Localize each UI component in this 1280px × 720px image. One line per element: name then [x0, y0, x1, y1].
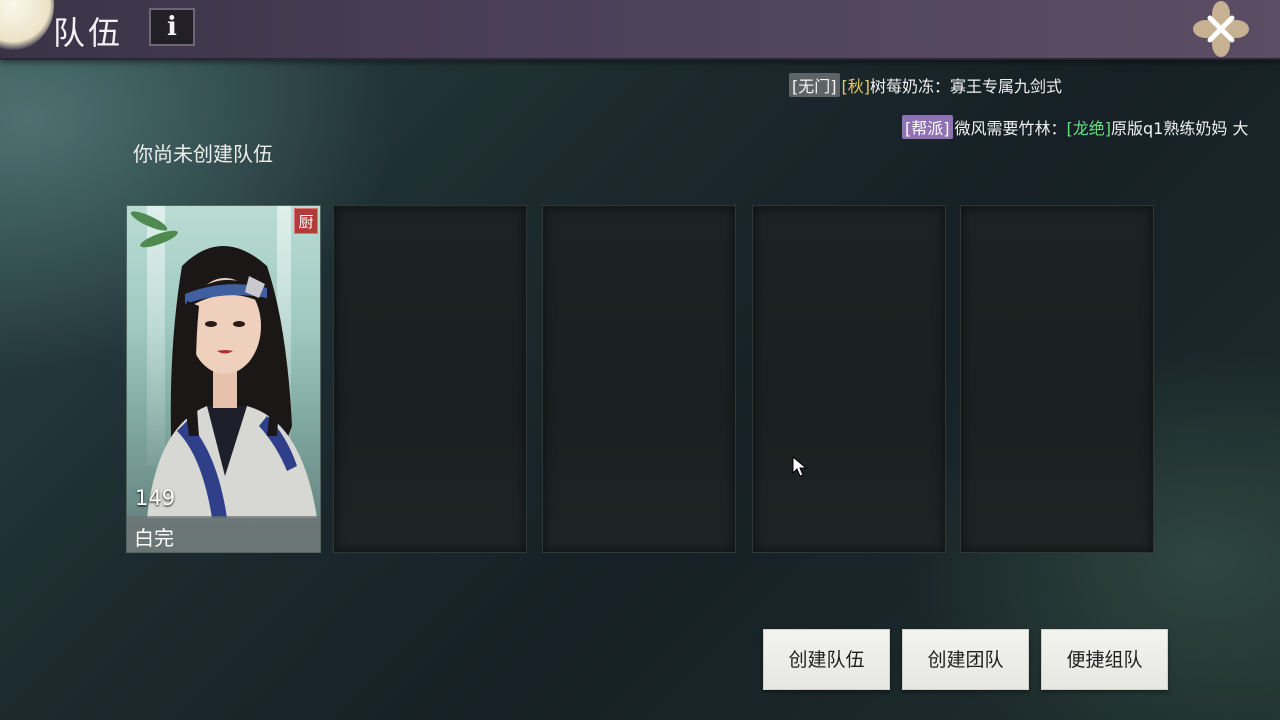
chat-message: ：寡王专属九剑式: [934, 77, 1063, 96]
create-group-button[interactable]: 创建团队: [902, 629, 1029, 690]
create-team-button[interactable]: 创建队伍: [763, 629, 890, 690]
no-team-notice: 你尚未创建队伍: [133, 142, 273, 166]
quick-team-button[interactable]: 便捷组队: [1041, 629, 1168, 690]
moon-decoration: [0, 0, 54, 50]
team-member-card[interactable]: 厨 149 白完: [126, 205, 321, 553]
empty-member-slot[interactable]: [960, 205, 1154, 553]
empty-member-slot[interactable]: [752, 205, 946, 553]
chat-message: 原版q1熟练奶妈 大: [1111, 119, 1249, 138]
chat-season-tag: [秋]: [841, 77, 871, 96]
chat-mention: [龙绝]: [1066, 119, 1112, 138]
cursor-icon: [792, 456, 808, 477]
member-level: 149: [135, 486, 176, 510]
info-icon: i: [167, 12, 177, 42]
top-bar: 队伍 i: [0, 0, 1280, 60]
chat-line[interactable]: [帮派] 微风需要竹林：[龙绝]原版q1熟练奶妈 大: [902, 115, 1280, 139]
page-title: 队伍: [53, 14, 124, 52]
chat-speaker: 微风需要竹林：: [954, 119, 1067, 138]
empty-member-slot[interactable]: [542, 205, 736, 553]
member-name-bar: 白完: [127, 516, 320, 552]
chat-channel-tag: [帮派]: [902, 115, 953, 139]
close-icon: [1193, 1, 1249, 57]
character-portrait: [147, 246, 317, 518]
chat-speaker: 树莓奶冻: [870, 77, 935, 96]
chat-line[interactable]: [无门] [秋]树莓奶冻：寡王专属九剑式: [789, 73, 1062, 97]
profession-badge: 厨: [294, 208, 318, 234]
member-name: 白完: [134, 526, 174, 550]
close-button[interactable]: [1190, 0, 1252, 58]
empty-member-slot[interactable]: [333, 205, 527, 553]
info-button[interactable]: i: [149, 8, 195, 46]
chat-channel-tag: [无门]: [789, 73, 840, 97]
